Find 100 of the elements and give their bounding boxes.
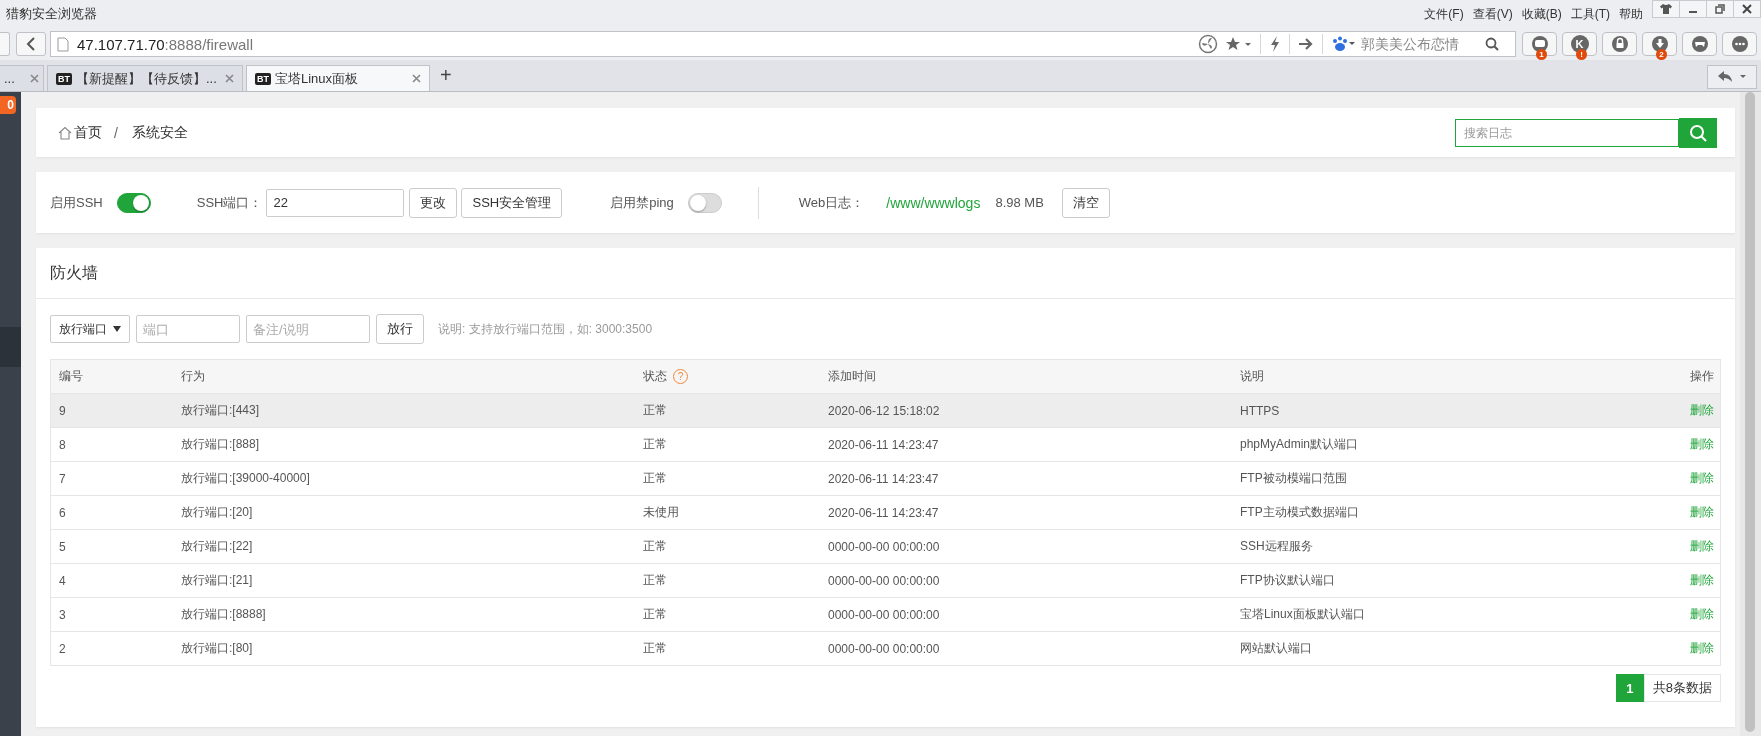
close-tab-icon[interactable] <box>225 74 234 83</box>
table-cell: 放行端口:[21] <box>181 572 253 589</box>
toolbar-button[interactable] <box>1602 32 1637 56</box>
section-title: 防火墙 <box>50 262 98 283</box>
close-tab-icon[interactable] <box>412 74 421 83</box>
table-cell: FTP被动模端口范围 <box>1240 470 1347 487</box>
table-cell: 8 <box>59 437 66 452</box>
address-bar[interactable]: 47.107.71.70:8888/firewall 郭美美公布恋情 <box>50 31 1516 57</box>
new-tab-button[interactable]: + <box>440 64 452 87</box>
back-button[interactable] <box>16 32 46 56</box>
table-cell: 4 <box>59 573 66 588</box>
table-cell: 2020-06-11 14:23:47 <box>828 437 939 452</box>
breadcrumb-current: 系统安全 <box>131 123 188 142</box>
letter-icon: K <box>1570 35 1589 53</box>
notification-badge: ! <box>1576 49 1587 60</box>
table-cell: 9 <box>59 403 66 418</box>
close-button[interactable] <box>1733 0 1761 18</box>
home-icon[interactable] <box>58 125 72 140</box>
table-cell: 2020-06-11 14:23:47 <box>828 505 939 520</box>
search-icon[interactable] <box>1485 37 1499 51</box>
browser-tab[interactable]: BT 宝塔Linux面板 <box>246 65 430 91</box>
table-cell: 0000-00-00 00:00:00 <box>828 539 940 554</box>
clear-button[interactable]: 清空 <box>1061 187 1110 218</box>
table-cell: 放行端口:[20] <box>181 504 253 521</box>
table-cell: 放行端口:[22] <box>181 538 253 555</box>
column-header: 操作 <box>1690 368 1714 385</box>
table-cell: 放行端口:[443] <box>181 402 260 419</box>
table-cell: 正常 <box>643 436 667 453</box>
table-cell: 7 <box>59 471 66 486</box>
table-cell: 放行端口:[888] <box>181 436 260 453</box>
undo-button[interactable] <box>1707 65 1757 89</box>
download-icon <box>1650 35 1669 53</box>
table-row[interactable]: 9 放行端口:[443] 正常 2020-06-12 15:18:02 HTTPS 删除 <box>51 393 1720 427</box>
port-field[interactable]: 端口 <box>136 315 240 343</box>
close-tab-icon[interactable] <box>30 74 39 83</box>
menu-item[interactable]: 帮助 <box>1619 5 1643 23</box>
table-cell: 3 <box>59 607 66 622</box>
more-icon <box>1730 35 1749 53</box>
table-cell: 放行端口:[80] <box>181 640 253 657</box>
tab-favicon: BT <box>255 72 271 85</box>
restore-button[interactable] <box>1706 0 1734 18</box>
allow-button[interactable]: 放行 <box>376 314 424 344</box>
table-cell: 未使用 <box>643 504 679 521</box>
change-button[interactable]: 更改 <box>409 187 458 218</box>
lightning-icon[interactable] <box>1269 36 1281 52</box>
table-cell: 放行端口:[39000-40000] <box>181 470 310 487</box>
table-cell: 6 <box>59 505 66 520</box>
menu-item[interactable]: 收藏(B) <box>1521 5 1562 23</box>
menu-item[interactable]: 文件(F) <box>1424 5 1464 23</box>
star-icon[interactable] <box>1226 36 1252 52</box>
ssh-manage-button[interactable]: SSH安全管理 <box>461 187 563 218</box>
toggle-switch[interactable] <box>116 192 151 213</box>
table-row[interactable]: 4 放行端口:[21] 正常 0000-00-00 00:00:00 FTP协议默认端口 删除 <box>51 563 1720 597</box>
shirt-icon <box>1660 4 1672 14</box>
column-header: 行为 <box>181 368 205 385</box>
menu-item[interactable]: 查看(V) <box>1472 5 1513 23</box>
toggle-switch[interactable] <box>687 192 722 213</box>
browser-tab[interactable]: ... <box>0 65 44 91</box>
chat-icon <box>1530 35 1549 53</box>
log-search-field[interactable]: 搜索日志 <box>1455 118 1679 147</box>
search-button[interactable] <box>1679 117 1717 148</box>
back-icon <box>26 37 36 51</box>
table-row[interactable]: 6 放行端口:[20] 未使用 2020-06-11 14:23:47 FTP主动模式数据端口 删除 <box>51 495 1720 529</box>
menu-item[interactable]: 工具(T) <box>1570 5 1610 23</box>
table-cell: 正常 <box>643 470 667 487</box>
table-cell: 放行端口:[8888] <box>181 606 266 623</box>
port-field[interactable]: 22 <box>266 188 405 217</box>
table-row[interactable]: 3 放行端口:[8888] 正常 0000-00-00 00:00:00 宝塔Linux面板默认端口 删除 <box>51 597 1720 631</box>
page-icon <box>57 36 69 52</box>
hint-text: 说明: 支持放行端口范围，如: 3000:3500 <box>438 320 653 338</box>
ping-label: 启用禁ping <box>610 193 674 212</box>
table-cell: HTTPS <box>1240 403 1280 418</box>
scrollbar-thumb[interactable] <box>1745 92 1755 732</box>
toolbar-button[interactable] <box>1682 32 1717 56</box>
table-cell: 正常 <box>643 640 667 657</box>
toolbar-button[interactable] <box>1722 32 1757 56</box>
table-row[interactable]: 5 放行端口:[22] 正常 0000-00-00 00:00:00 SSH远程服务 删除 <box>51 529 1720 563</box>
column-header: 状态 <box>643 368 667 385</box>
rule-type-select[interactable]: 放行端口 <box>50 315 130 343</box>
table-row[interactable]: 8 放行端口:[888] 正常 2020-06-11 14:23:47 phpMyAdmin默认端口 删除 <box>51 427 1720 461</box>
browser-tab[interactable]: BT 【新提醒】【待反馈】... <box>47 65 243 91</box>
window-title: 猎豹安全浏览器 <box>5 5 97 23</box>
fan-icon[interactable] <box>1198 34 1218 54</box>
paw-icon[interactable] <box>1331 36 1357 52</box>
minimize-button[interactable] <box>1679 0 1707 18</box>
table-cell: SSH远程服务 <box>1240 538 1313 555</box>
search-icon <box>1689 123 1707 142</box>
table-row[interactable]: 2 放行端口:[80] 正常 0000-00-00 00:00:00 网站默认端口 删除 <box>51 631 1720 665</box>
note-field[interactable]: 备注/说明 <box>246 315 370 343</box>
lock-icon <box>1610 35 1629 53</box>
skin-button[interactable] <box>1652 0 1680 18</box>
go-arrow-icon[interactable] <box>1298 37 1314 51</box>
table-row[interactable]: 7 放行端口:[39000-40000] 正常 2020-06-11 14:23:47 FTP被动模端口范围 删除 <box>51 461 1720 495</box>
table-cell: 网站默认端口 <box>1240 640 1312 657</box>
breadcrumb-link[interactable]: 首页 <box>74 123 102 142</box>
table-cell: 正常 <box>643 606 667 623</box>
table-cell: 2020-06-11 14:23:47 <box>828 471 939 486</box>
table-cell: 正常 <box>643 402 667 419</box>
count-badge: 0 <box>0 96 16 114</box>
table-cell: 正常 <box>643 572 667 589</box>
